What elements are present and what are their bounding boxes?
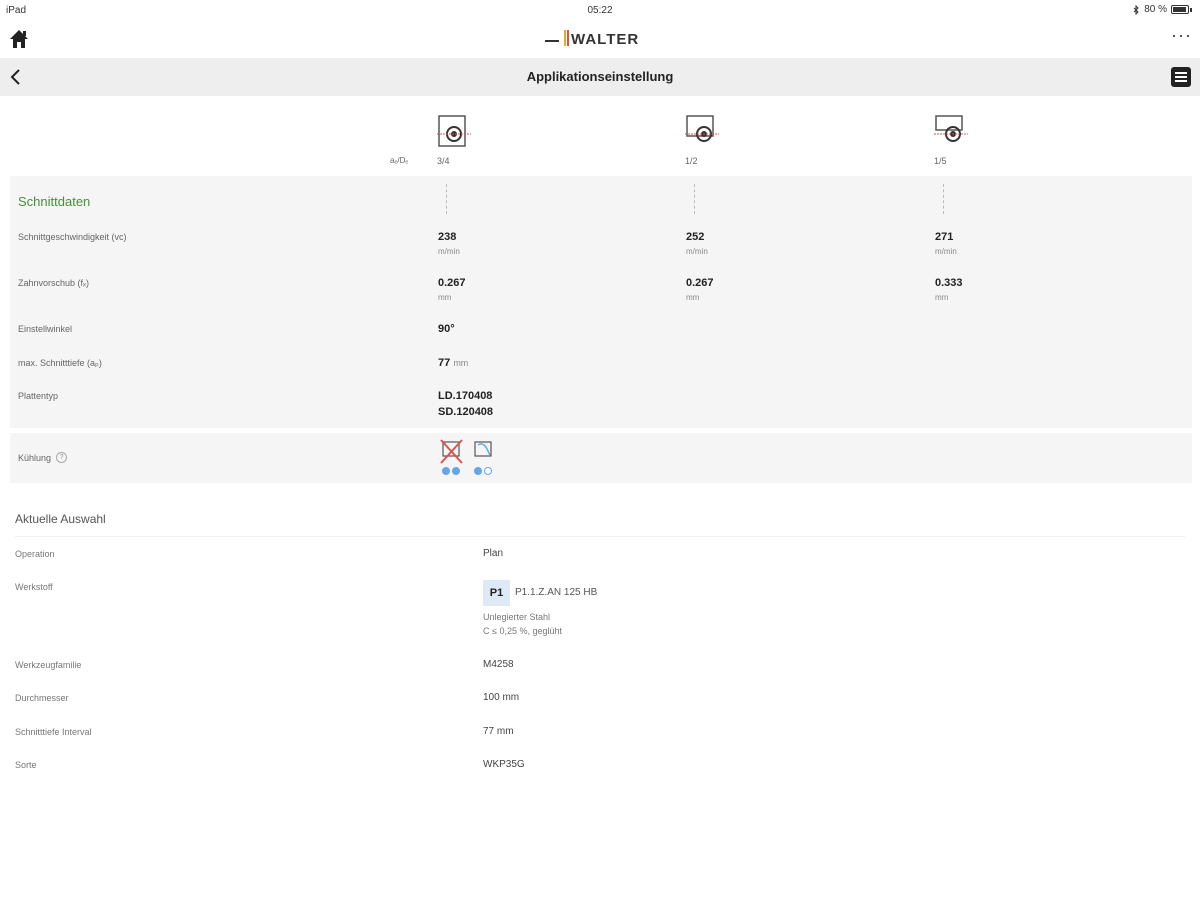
value-grade: WKP35G: [483, 759, 525, 770]
more-icon: ···: [1171, 25, 1192, 45]
feed-value: 0.333: [935, 277, 963, 289]
engagement-icon: [437, 115, 471, 147]
rating-dots: [442, 467, 460, 475]
feed-value: 0.267: [686, 277, 714, 289]
battery-percent: 80 %: [1144, 4, 1167, 15]
feed-unit: mm: [686, 293, 700, 302]
engagement-option-1-2[interactable]: 1/2: [685, 110, 885, 170]
ratio-value: 1/5: [934, 156, 947, 166]
cooling-label: Kühlung ?: [18, 452, 68, 463]
insert-type-value: SD.120408: [438, 406, 494, 418]
current-selection-title: Aktuelle Auswahl: [15, 512, 106, 526]
insert-type-value: LD.170408: [438, 390, 493, 402]
rating-dots: [474, 467, 492, 475]
label-grade: Sorte: [15, 760, 37, 770]
coolant-icon: [474, 441, 492, 457]
walter-logo: WALTER: [545, 28, 657, 50]
help-icon[interactable]: ?: [56, 452, 68, 463]
row-label-cutting-speed: Schnittgeschwindigkeit (vᴄ): [18, 232, 127, 242]
cutting-speed-unit: m/min: [935, 247, 957, 256]
cooling-label-text: Kühlung: [18, 452, 52, 463]
feed-unit: mm: [935, 293, 949, 302]
cutting-speed-value: 252: [686, 231, 705, 243]
logo-text: WALTER: [571, 31, 639, 48]
app-header: WALTER ···: [0, 22, 1200, 58]
clock: 05:22: [587, 5, 613, 16]
list-menu-button[interactable]: [1170, 66, 1192, 88]
engagement-icon: [934, 115, 968, 142]
engagement-icon: [685, 115, 719, 142]
feed-value: 0.267: [438, 277, 466, 289]
bluetooth-icon: [1133, 4, 1139, 15]
engagement-option-3-4[interactable]: 3/4: [437, 110, 637, 170]
row-label-feed-per-tooth: Zahnvorschub (fₓ): [18, 278, 89, 288]
dot-empty: [484, 467, 492, 475]
max-depth-value: 77 mm: [438, 357, 468, 369]
dry-cooling-crossed-icon: [440, 439, 463, 464]
material-description: C ≤ 0,25 %, geglüht: [483, 626, 562, 636]
status-right: 80 %: [1133, 4, 1192, 15]
cutting-speed-unit: m/min: [686, 247, 708, 256]
cutting-data-panel: Schnittdaten Schnittgeschwindigkeit (vᴄ)…: [10, 176, 1192, 428]
row-label-approach-angle: Einstellwinkel: [18, 324, 73, 334]
feed-unit: mm: [438, 293, 452, 302]
cutting-speed-value: 238: [438, 231, 457, 243]
dot-filled: [474, 467, 482, 475]
row-label-max-depth: max. Schnitttiefe (aₚ): [18, 358, 102, 368]
cooling-option-coolant[interactable]: [472, 439, 498, 477]
row-label-insert-type: Plattentyp: [18, 391, 59, 401]
label-tool-family: Werkzeugfamilie: [15, 660, 82, 670]
column-divider: [943, 184, 944, 214]
home-button[interactable]: [8, 28, 30, 50]
home-icon: [10, 30, 28, 48]
status-bar: iPad 05:22 80 %: [0, 0, 1200, 22]
material-description: Unlegierter Stahl: [483, 612, 551, 622]
ratio-value: 1/2: [685, 156, 698, 166]
material-group-badge: P1: [483, 580, 510, 606]
ratio-value: 3/4: [437, 156, 450, 166]
approach-angle-value: 90°: [438, 323, 455, 335]
navigation-bar: Applikationseinstellung: [0, 58, 1200, 96]
engagement-option-1-5[interactable]: 1/5: [934, 110, 1134, 170]
divider: [15, 536, 1185, 537]
max-depth-unit: mm: [453, 358, 469, 368]
column-divider: [694, 184, 695, 214]
label-depth-interval: Schnitttiefe Interval: [15, 727, 92, 737]
column-divider: [446, 184, 447, 214]
dot-filled: [442, 467, 450, 475]
max-depth-number: 77: [438, 357, 451, 369]
more-button[interactable]: ···: [1171, 25, 1192, 45]
cooling-panel: Kühlung ?: [10, 433, 1192, 483]
section-title-cutting-data: Schnittdaten: [18, 194, 91, 209]
cutting-speed-value: 271: [935, 231, 954, 243]
page-title: Applikationseinstellung: [526, 69, 674, 84]
label-operation: Operation: [15, 549, 55, 559]
list-menu-icon: [1171, 67, 1191, 87]
dot-filled: [452, 467, 460, 475]
cooling-option-dry[interactable]: [440, 439, 466, 477]
material-code: P1.1.Z.AN 125 HB: [515, 587, 598, 598]
battery-icon: [1171, 5, 1189, 14]
value-diameter: 100 mm: [483, 692, 520, 703]
ratio-label: aₑ/Dₑ: [390, 156, 409, 165]
label-diameter: Durchmesser: [15, 693, 69, 703]
label-material: Werkstoff: [15, 582, 53, 592]
value-operation: Plan: [483, 548, 504, 559]
value-depth-interval: 77 mm: [483, 726, 514, 737]
value-tool-family: M4258: [483, 659, 514, 670]
cutting-speed-unit: m/min: [438, 247, 460, 256]
